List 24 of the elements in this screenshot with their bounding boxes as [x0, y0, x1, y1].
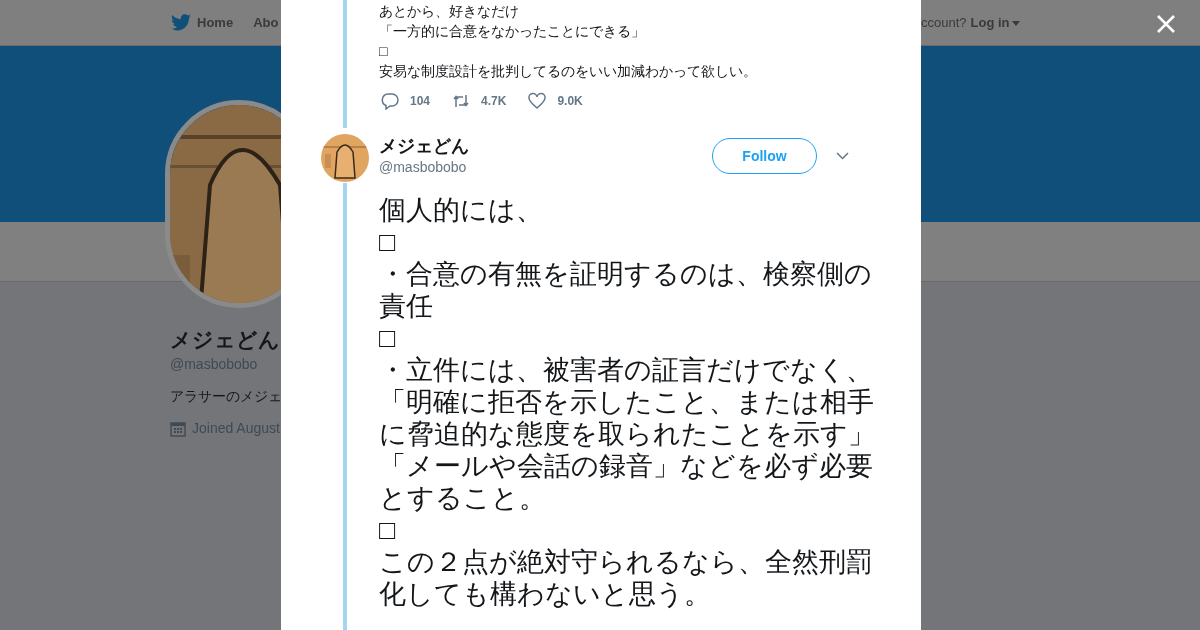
- chevron-icon[interactable]: [836, 152, 849, 160]
- tweet-text-line: あとから、好きなだけ: [379, 2, 519, 21]
- calendar-icon: [170, 420, 186, 437]
- user-avatar[interactable]: [321, 134, 369, 182]
- login-link[interactable]: Log in: [970, 13, 1020, 33]
- tweet-text: 個人的には、 □ ・合意の有無を証明するのは、検察側の責任 □ ・立件には、被害者の証言だけでなく、「明確に拒否を示したこと、または相手に脅迫的な態度を取られたことを示す」「メールや会話の録音」などを必ず必要とすること。 □ この２点が絶対守られるなら、全然刑罰化しても構わないと思う。: [379, 194, 876, 610]
- nav-link[interactable]: Abo: [253, 12, 279, 33]
- profile-bio: アラサーのメジェ: [170, 387, 282, 406]
- heart-icon: [528, 92, 547, 110]
- login-prompt: ccount?: [921, 14, 967, 33]
- tweet-text-line: 安易な制度設計を批判してるのをいい加減わかって欲しい。: [379, 62, 757, 81]
- reply-icon: [381, 92, 399, 110]
- reply-button[interactable]: 104: [381, 92, 431, 110]
- retweet-icon: [452, 92, 471, 110]
- close-icon[interactable]: [1156, 14, 1176, 34]
- heart-button[interactable]: 9.0K: [528, 92, 583, 110]
- tweet-text-line: 「一方的に合意をなかったことにできる」: [379, 22, 645, 41]
- user-handle[interactable]: @masbobobo: [379, 157, 469, 177]
- profile-name[interactable]: メジェどん: [170, 326, 280, 354]
- nav-link[interactable]: Home: [197, 12, 234, 33]
- caret-icon: [1011, 20, 1020, 26]
- tweet-text-line: □: [379, 42, 388, 61]
- user-name[interactable]: メジェどん: [379, 135, 469, 157]
- retweet-button[interactable]: 4.7K: [452, 92, 507, 110]
